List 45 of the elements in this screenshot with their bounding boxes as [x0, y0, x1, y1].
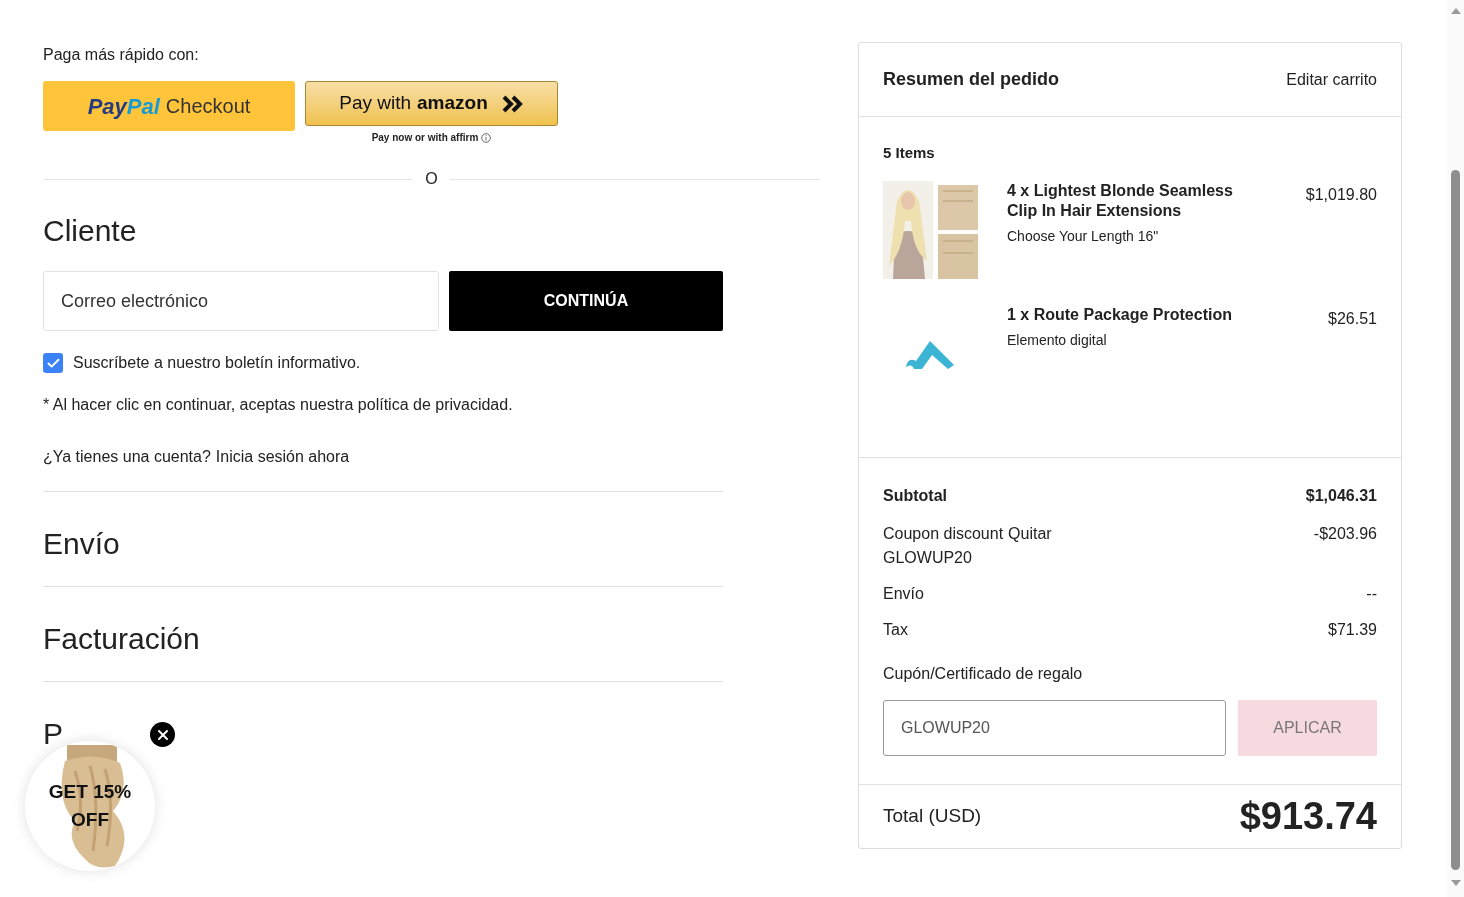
edit-cart-link[interactable]: Editar carrito [1286, 67, 1377, 92]
coupon-code: GLOWUP20 [883, 547, 973, 568]
item-name: 4 x Lightest Blonde Seamless Clip In Hair Extensions [1007, 180, 1234, 221]
amazon-pay-button[interactable]: Pay with amazon [305, 81, 558, 126]
privacy-notice: * Al hacer clic en continuar, aceptas nuestra política de privacidad. [43, 395, 514, 415]
summary-line-label: Tax [883, 619, 908, 640]
newsletter-checkbox[interactable] [43, 353, 63, 373]
item-price: $1,019.80 [1305, 184, 1377, 205]
coupon-label: Coupon discount [883, 523, 1004, 544]
remove-coupon-link[interactable]: Quitar [1008, 521, 1052, 546]
close-button[interactable] [150, 722, 175, 747]
item-option: Elemento digital [1007, 329, 1301, 351]
info-icon[interactable] [481, 132, 492, 143]
continue-button[interactable]: CONTINÚA [449, 271, 723, 331]
summary-line-value: -- [1366, 583, 1377, 604]
scroll-up-icon[interactable] [1450, 8, 1461, 14]
login-link[interactable]: Inicia sesión ahora [215, 445, 350, 469]
chevrons-right-icon [501, 94, 524, 113]
total-label: Total (USD) [883, 804, 982, 828]
coupon-value: -$203.96 [1313, 523, 1377, 544]
email-field[interactable]: Correo electrónico [43, 271, 439, 331]
item-name: 1 x Route Package Protection [1007, 304, 1233, 325]
item-price: $26.51 [1328, 308, 1377, 329]
newsletter-label: Suscríbete a nuestro boletín informativo. [73, 353, 361, 373]
login-prompt: ¿Ya tienes una cuenta? [43, 447, 211, 467]
gift-label: Cupón/Certificado de regalo [883, 663, 1084, 684]
item-count: 5 Items [883, 143, 936, 163]
section-heading: Envío [43, 526, 120, 562]
item-option: Choose Your Length 16" [1007, 225, 1278, 247]
promo-text: GET 15% [48, 780, 132, 804]
affirm-note: Pay now or with affirm [371, 131, 479, 145]
subtotal-label: Subtotal [883, 485, 947, 506]
paypal-checkout-button[interactable]: PayPal Checkout [43, 81, 295, 131]
section-heading: Cliente [43, 213, 138, 249]
summary-title: Resumen del pedido [883, 68, 1060, 91]
promo-text: OFF [71, 808, 109, 832]
summary-line-value: $71.39 [1328, 619, 1377, 640]
scrollbar-thumb[interactable] [1451, 170, 1460, 870]
section-label: Paga más rápido con: [43, 45, 200, 65]
summary-line-label: Envío [883, 583, 924, 604]
section-heading: Facturación [43, 621, 200, 657]
divider-text: O [424, 169, 439, 189]
subtotal-value: $1,046.31 [1305, 485, 1377, 506]
total-value: $913.74 [1239, 793, 1377, 839]
scroll-down-icon[interactable] [1450, 880, 1461, 886]
